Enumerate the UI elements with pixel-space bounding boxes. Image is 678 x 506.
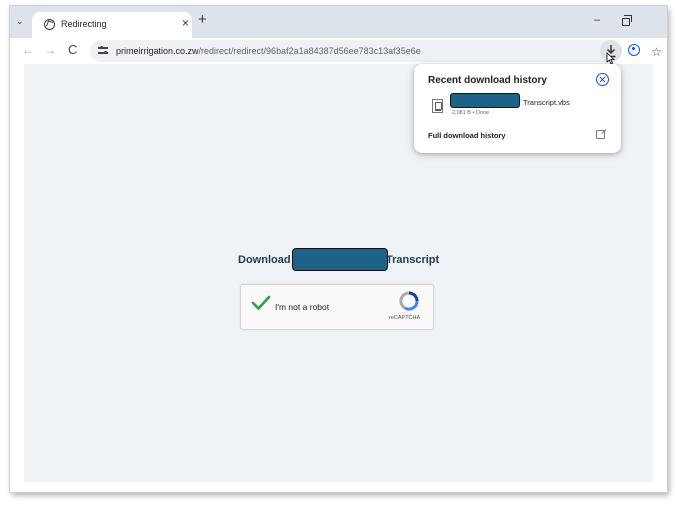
reload-button[interactable]: C xyxy=(68,43,77,57)
download-bubble-title: Recent download history xyxy=(428,75,547,86)
tab-strip: ⌄ Redirecting × + – xyxy=(10,6,667,38)
browser-toolbar: ← → C primeirrigation.co.zw/redirect/red… xyxy=(10,38,667,65)
forward-button[interactable]: → xyxy=(44,43,56,57)
download-heading-prefix: Download xyxy=(238,254,291,266)
new-tab-button[interactable]: + xyxy=(198,12,207,27)
close-icon[interactable] xyxy=(596,73,609,86)
captcha-label: I'm not a robot xyxy=(275,302,330,312)
recaptcha-logo-icon xyxy=(399,291,419,311)
url-domain: primeirrigation.co.zw xyxy=(116,46,199,56)
url-text[interactable]: primeirrigation.co.zw/redirect/redirect/… xyxy=(116,46,421,56)
url-path: /redirect/redirect/96baf2a1a84387d56ee78… xyxy=(198,46,421,56)
minimize-button[interactable]: – xyxy=(594,14,600,26)
loading-globe-icon xyxy=(44,19,55,30)
script-file-icon xyxy=(432,99,443,113)
bookmark-star-icon[interactable]: ☆ xyxy=(651,45,662,59)
tab-redirecting[interactable]: Redirecting × xyxy=(32,12,192,38)
download-file-name[interactable]: Transcript.vbs xyxy=(523,98,570,107)
profile-icon[interactable] xyxy=(628,44,640,56)
full-download-history-link[interactable]: Full download history xyxy=(428,131,506,140)
redacted-name-block xyxy=(292,248,388,271)
download-heading-suffix: Transcript xyxy=(386,254,440,266)
browser-window: ⌄ Redirecting × + – ← → C primeirrigatio… xyxy=(10,6,667,492)
back-button[interactable]: ← xyxy=(22,43,34,57)
open-in-new-icon[interactable] xyxy=(596,130,605,139)
site-settings-icon[interactable] xyxy=(98,46,108,55)
restore-button[interactable] xyxy=(622,15,632,26)
tab-close-icon[interactable]: × xyxy=(182,17,189,29)
download-file-meta: 2,081 B • Done xyxy=(452,110,490,116)
tab-search-chevron-icon[interactable]: ⌄ xyxy=(16,16,24,27)
download-history-bubble: Recent download history Transcript.vbs 2… xyxy=(414,64,621,153)
address-bar[interactable]: primeirrigation.co.zw/redirect/redirect/… xyxy=(90,40,662,62)
redacted-file-name-block xyxy=(450,93,520,108)
recaptcha-brand: reCAPTCHA xyxy=(389,315,421,321)
recaptcha-widget: I'm not a robot reCAPTCHA xyxy=(240,284,434,330)
captcha-checkmark-icon[interactable] xyxy=(251,295,271,311)
tab-title: Redirecting xyxy=(61,19,107,29)
